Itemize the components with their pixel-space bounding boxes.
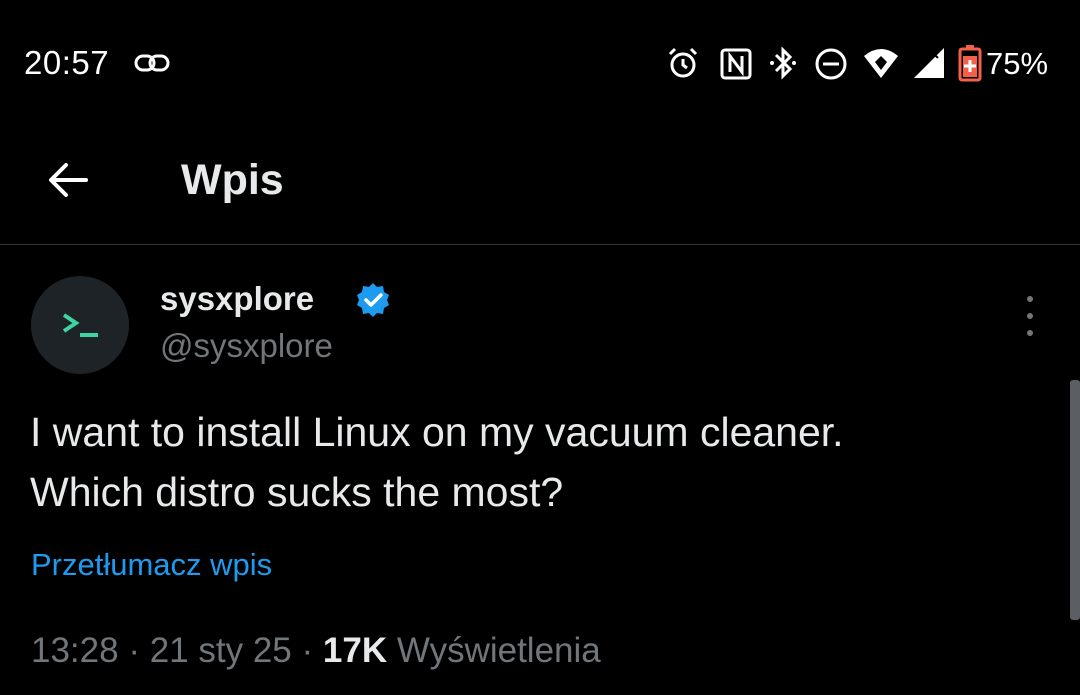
meta-separator: · (128, 631, 140, 670)
post-date: 21 sty 25 (149, 631, 292, 670)
author-handle[interactable]: @sysxplore (160, 327, 333, 365)
views-label[interactable]: Wyświetlenia (397, 631, 601, 670)
alarm-icon (668, 47, 698, 78)
post-text-line: I want to install Linux on my vacuum cle… (30, 409, 844, 455)
avatar[interactable] (31, 276, 129, 374)
battery-icon (958, 45, 982, 82)
views-count[interactable]: 17K (323, 631, 387, 670)
header-divider (0, 244, 1080, 245)
translate-post-link[interactable]: Przetłumacz wpis (31, 547, 272, 583)
battery-percentage: 75% (986, 46, 1049, 81)
terminal-prompt-icon (62, 313, 98, 337)
author-display-name[interactable]: sysxplore (160, 280, 314, 318)
signal-icon (914, 48, 944, 78)
page-title: Wpis (181, 156, 284, 204)
post-meta: 13:28 · 21 sty 25 · 17K Wyświetlenia (31, 631, 601, 671)
status-time: 20:57 (24, 44, 110, 81)
nfc-icon (720, 48, 752, 80)
wifi-icon (864, 49, 898, 78)
do-not-disturb-icon (815, 48, 847, 80)
link-icon (134, 54, 170, 72)
back-button[interactable] (40, 152, 96, 208)
arrow-left-icon (49, 163, 88, 197)
post-text-line: Which distro sucks the most? (30, 469, 564, 515)
scrollbar[interactable] (1070, 380, 1080, 620)
more-options-icon[interactable] (1014, 296, 1046, 336)
meta-separator: · (301, 631, 314, 670)
post-text: I want to install Linux on my vacuum cle… (30, 402, 1040, 522)
verified-badge-icon (357, 283, 389, 317)
bluetooth-icon (770, 46, 796, 80)
post-time: 13:28 (31, 631, 119, 670)
